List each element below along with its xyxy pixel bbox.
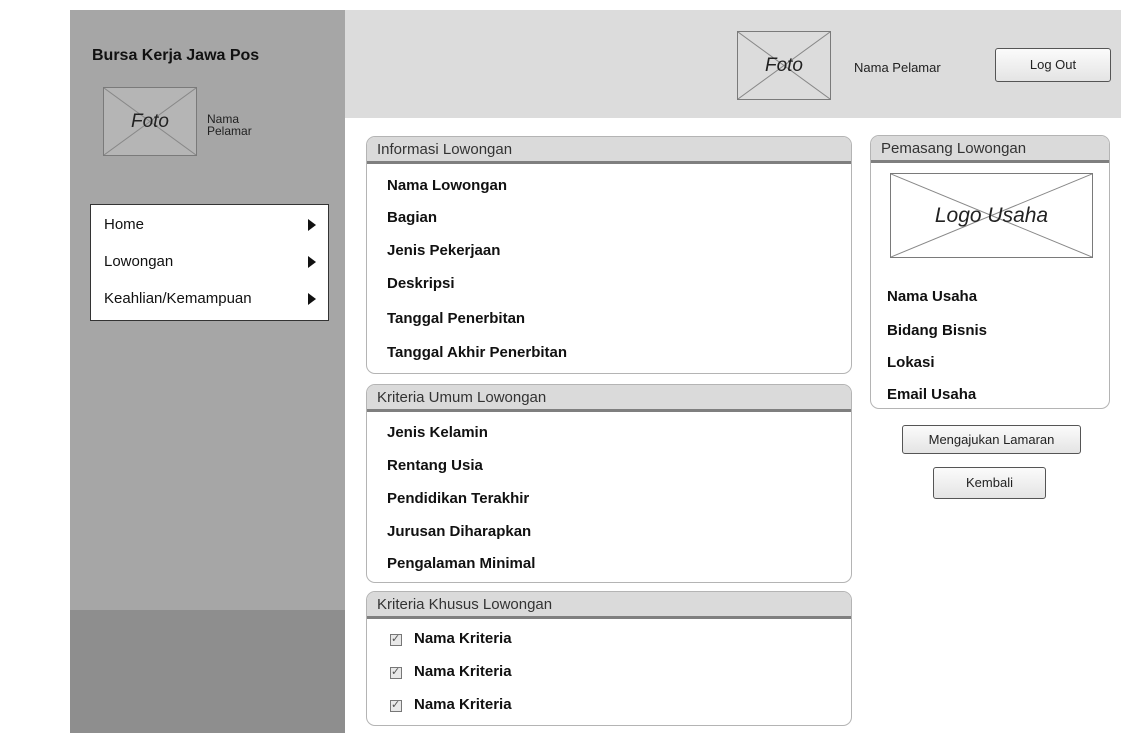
logo-label: Logo Usaha (934, 203, 1049, 227)
field-label: Deskripsi (387, 275, 455, 292)
business-logo-placeholder: Logo Usaha (890, 173, 1093, 258)
kriteria-umum-panel: Kriteria Umum Lowongan Jenis Kelamin Ren… (366, 384, 852, 583)
checkbox-label: Nama Kriteria (414, 663, 512, 680)
field-label: Bidang Bisnis (887, 322, 988, 339)
arrow-right-icon (308, 293, 316, 305)
checkbox-label: Nama Kriteria (414, 630, 512, 647)
field-label: Email Usaha (887, 386, 977, 403)
field-label: Jenis Kelamin (387, 424, 488, 441)
field-label: Lokasi (887, 354, 935, 371)
kriteria-checkbox[interactable] (390, 665, 402, 679)
apply-button[interactable]: Mengajukan Lamaran (902, 425, 1081, 454)
field-label: Jenis Pekerjaan (387, 242, 501, 259)
kriteria-checkbox[interactable] (390, 632, 402, 646)
menu-item-label: Keahlian/Kemampuan (104, 290, 252, 307)
field-label: Tanggal Akhir Penerbitan (387, 344, 568, 361)
field-label: Pendidikan Terakhir (387, 490, 530, 507)
header-user-photo-placeholder: Foto (737, 31, 831, 100)
sidebar-user-photo-placeholder: Foto (103, 87, 197, 156)
menu-item-lowongan[interactable]: Lowongan (91, 247, 328, 277)
sidebar-menu: Home Lowongan Keahlian/Kemampuan (90, 204, 329, 321)
menu-item-label: Lowongan (104, 253, 174, 270)
arrow-right-icon (308, 219, 316, 231)
panel-title: Kriteria Khusus Lowongan (367, 592, 851, 619)
field-label: Pengalaman Minimal (387, 555, 536, 572)
logout-button[interactable]: Log Out (995, 48, 1111, 82)
menu-item-home[interactable]: Home (91, 210, 328, 240)
checkbox-label: Nama Kriteria (414, 696, 512, 713)
field-label: Tanggal Penerbitan (387, 310, 526, 327)
kriteria-khusus-panel: Kriteria Khusus Lowongan Nama Kriteria N… (366, 591, 852, 726)
panel-title: Informasi Lowongan (367, 137, 851, 164)
header-user-name: Nama Pelamar (854, 60, 941, 75)
menu-item-keahlian[interactable]: Keahlian/Kemampuan (91, 284, 328, 314)
back-button[interactable]: Kembali (933, 467, 1046, 499)
informasi-lowongan-panel: Informasi Lowongan Nama Lowongan Bagian … (366, 136, 852, 374)
field-label: Nama Usaha (887, 288, 978, 305)
panel-title: Pemasang Lowongan (871, 136, 1109, 163)
sidebar-user-name: Nama Pelamar (207, 112, 252, 138)
sidebar-photo-label: Foto (130, 110, 170, 132)
header-photo-label: Foto (764, 54, 804, 76)
sidebar-footer (70, 610, 345, 733)
field-label: Bagian (387, 209, 438, 226)
field-label: Nama Lowongan (387, 177, 508, 194)
menu-item-label: Home (104, 216, 145, 233)
field-label: Rentang Usia (387, 457, 483, 474)
app-title: Bursa Kerja Jawa Pos (92, 47, 260, 64)
pemasang-lowongan-panel: Pemasang Lowongan Logo Usaha Nama Usaha … (870, 135, 1110, 409)
kriteria-checkbox[interactable] (390, 698, 402, 712)
arrow-right-icon (308, 256, 316, 268)
field-label: Jurusan Diharapkan (387, 523, 532, 540)
panel-title: Kriteria Umum Lowongan (367, 385, 851, 412)
